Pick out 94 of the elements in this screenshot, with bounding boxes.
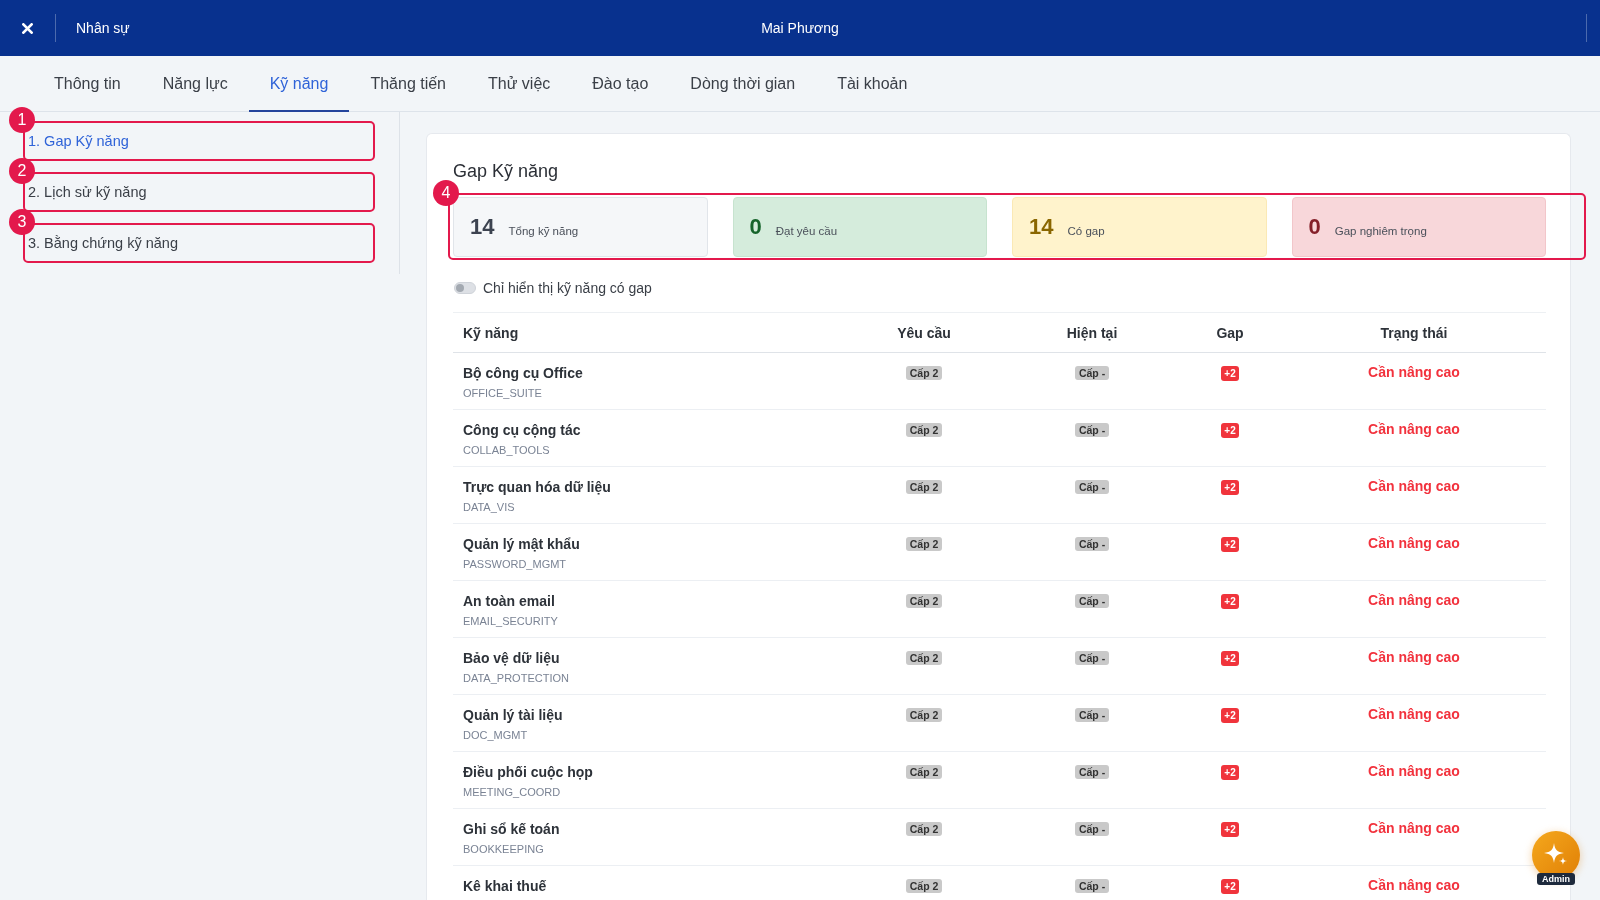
status-text: Cần nâng cao [1368, 592, 1460, 609]
level-badge: Cấp - [1074, 480, 1110, 494]
skill-name: Ghi sổ kế toán [463, 821, 560, 838]
stat-label: Tổng kỹ năng [508, 224, 579, 237]
level-badge: Cấp 2 [905, 423, 943, 437]
level-badge: Cấp - [1074, 765, 1110, 779]
column-header: Kỹ năng [462, 324, 520, 341]
tab[interactable]: Năng lực [141, 56, 249, 112]
column-header: Trạng thái [1379, 324, 1449, 341]
callout-number: 4 [433, 180, 459, 206]
skill-code: PASSWORD_MGMT [463, 557, 567, 571]
skill-name: Bộ công cụ Office [463, 365, 583, 382]
status-text: Cần nâng cao [1368, 763, 1460, 780]
status-text: Cần nâng cao [1368, 364, 1460, 381]
gap-badge: +2 [1221, 594, 1239, 609]
status-text: Cần nâng cao [1368, 421, 1460, 438]
skill-name: Bảo vệ dữ liệu [463, 650, 560, 667]
tab[interactable]: Thử việc [467, 56, 572, 112]
status-text: Cần nâng cao [1368, 820, 1460, 837]
level-badge: Cấp 2 [905, 651, 943, 665]
skill-code: MEETING_COORD [463, 785, 561, 799]
gap-badge: +2 [1221, 822, 1239, 837]
level-badge: Cấp 2 [905, 708, 943, 722]
tab[interactable]: Dòng thời gian [669, 56, 817, 112]
toggle-switch[interactable] [454, 282, 476, 294]
stat-value: 14 [1029, 214, 1054, 240]
gap-badge: +2 [1221, 537, 1239, 552]
stat-label: Có gap [1067, 224, 1105, 237]
sidebar-item[interactable]: 3. Bằng chứng kỹ năng [28, 236, 178, 251]
column-header: Hiện tại [1065, 324, 1119, 341]
gap-badge: +2 [1221, 423, 1239, 438]
assistant-button[interactable]: Admin [1532, 831, 1580, 885]
level-badge: Cấp - [1074, 708, 1110, 722]
skill-name: Điều phối cuộc họp [463, 764, 593, 781]
page-title: Mai Phương [761, 20, 839, 36]
skill-code: OFFICE_SUITE [463, 386, 542, 400]
level-badge: Cấp - [1074, 651, 1110, 665]
skill-code: COLLAB_TOOLS [463, 443, 550, 457]
skill-code: DOC_MGMT [463, 728, 528, 742]
gap-badge: +2 [1221, 651, 1239, 666]
skill-code: DATA_PROTECTION [463, 671, 569, 685]
sidebar-item[interactable]: 1. Gap Kỹ năng [28, 134, 129, 149]
level-badge: Cấp 2 [905, 879, 943, 893]
level-badge: Cấp - [1074, 366, 1110, 380]
level-badge: Cấp 2 [905, 366, 943, 380]
tab[interactable]: Thông tin [33, 56, 142, 112]
panel-title: Gap Kỹ năng [453, 160, 560, 182]
callout-number: 3 [9, 209, 35, 235]
level-badge: Cấp 2 [905, 594, 943, 608]
toggle-label: Chỉ hiển thị kỹ năng có gap [483, 280, 652, 296]
level-badge: Cấp - [1074, 594, 1110, 608]
skill-name: Trực quan hóa dữ liệu [463, 479, 611, 496]
skill-code: EMAIL_SECURITY [463, 614, 558, 628]
gap-badge: +2 [1221, 765, 1239, 780]
tab[interactable]: Kỹ năng [248, 56, 350, 112]
status-text: Cần nâng cao [1368, 535, 1460, 552]
gap-badge: +2 [1221, 879, 1239, 894]
column-header: Gap [1215, 324, 1245, 341]
status-text: Cần nâng cao [1368, 478, 1460, 495]
level-badge: Cấp - [1074, 423, 1110, 437]
callout-number: 1 [9, 107, 35, 133]
status-text: Cần nâng cao [1368, 706, 1460, 723]
status-text: Cần nâng cao [1368, 877, 1460, 894]
gap-badge: +2 [1221, 366, 1239, 381]
callout-number: 2 [9, 158, 35, 184]
stat-value: 0 [749, 214, 762, 240]
stat-value: 14 [470, 214, 495, 240]
stat-label: Đạt yêu cầu [775, 224, 838, 237]
tab[interactable]: Đào tạo [571, 56, 670, 112]
sidebar-item[interactable]: 2. Lịch sử kỹ năng [28, 185, 147, 200]
stat-value: 0 [1308, 214, 1321, 240]
level-badge: Cấp 2 [905, 765, 943, 779]
skill-code: DATA_VIS [463, 500, 515, 514]
level-badge: Cấp - [1074, 537, 1110, 551]
column-header: Yêu cầu [896, 324, 952, 341]
level-badge: Cấp 2 [905, 822, 943, 836]
level-badge: Cấp 2 [905, 480, 943, 494]
status-text: Cần nâng cao [1368, 649, 1460, 666]
level-badge: Cấp - [1074, 879, 1110, 893]
skill-code: BOOKKEEPING [463, 842, 544, 856]
gap-badge: +2 [1221, 480, 1239, 495]
close-icon [22, 22, 33, 34]
gap-badge: +2 [1221, 708, 1239, 723]
level-badge: Cấp 2 [905, 537, 943, 551]
tab[interactable]: Thăng tiến [349, 56, 467, 112]
skill-name: Công cụ cộng tác [463, 422, 581, 439]
stat-label: Gap nghiêm trọng [1334, 224, 1427, 237]
section-label: Nhân sự [76, 20, 130, 36]
tab[interactable]: Tài khoản [816, 56, 929, 112]
skill-name: An toàn email [463, 593, 555, 610]
skill-name: Kê khai thuế [463, 878, 547, 895]
skill-name: Quản lý mật khẩu [463, 536, 580, 553]
level-badge: Cấp - [1074, 822, 1110, 836]
skill-name: Quản lý tài liệu [463, 707, 563, 724]
